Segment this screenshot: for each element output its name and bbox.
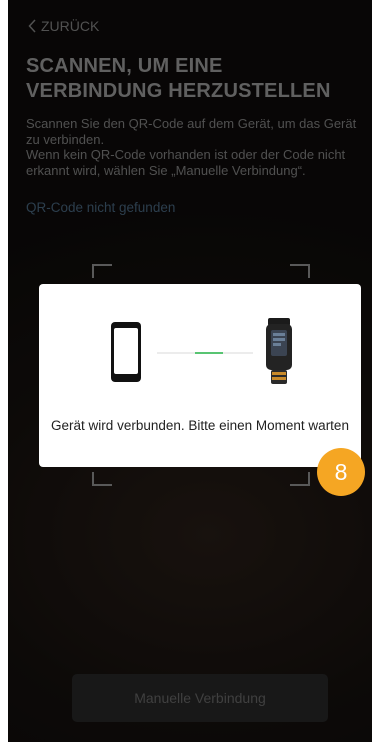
phone-icon bbox=[111, 322, 141, 382]
device-icon bbox=[266, 318, 292, 384]
connection-progress-icon bbox=[157, 352, 253, 354]
step-number-badge: 8 bbox=[317, 448, 365, 496]
connecting-message: Gerät wird verbunden. Bitte einen Moment… bbox=[51, 418, 349, 433]
connecting-dialog: Gerät wird verbunden. Bitte einen Moment… bbox=[39, 284, 361, 467]
app-screen: ZURÜCK SCANNEN, UM EINE VERBINDUNG HERZU… bbox=[8, 0, 372, 742]
